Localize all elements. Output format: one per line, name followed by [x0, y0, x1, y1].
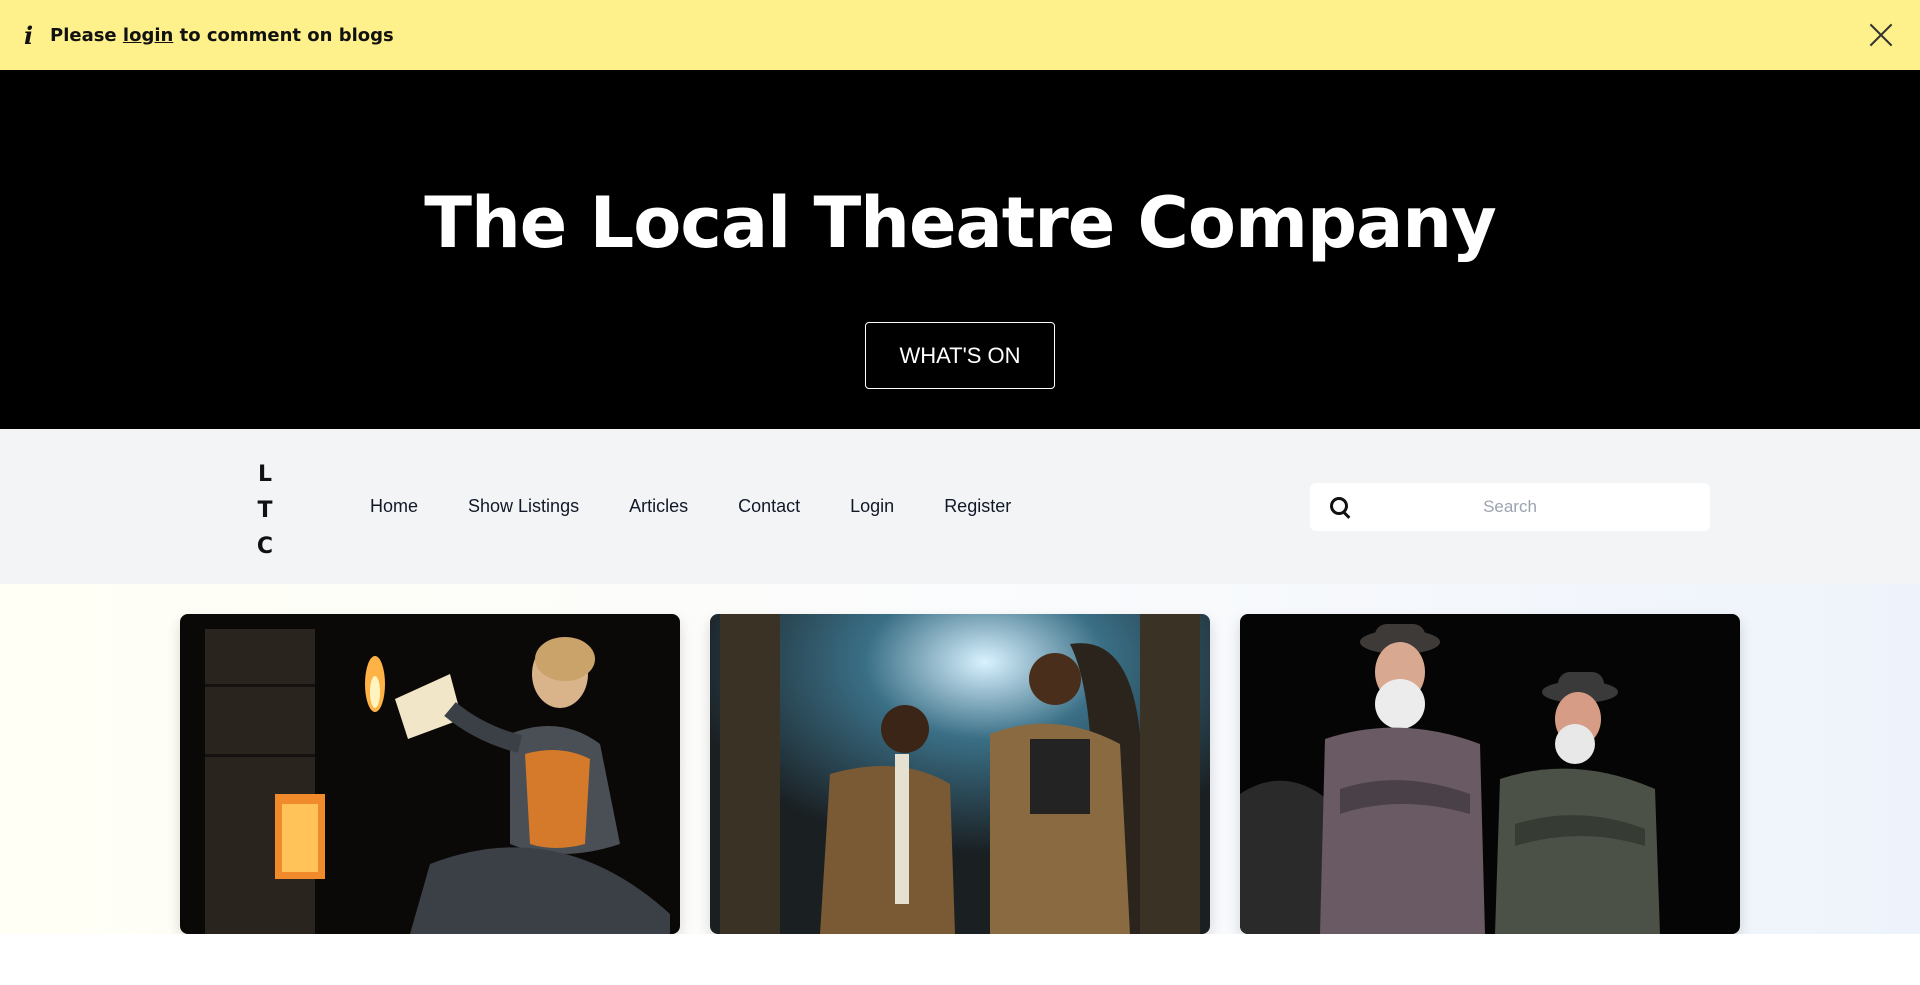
theatre-photo-woman-burning-letter — [180, 614, 680, 934]
notice-message: Please login to comment on blogs — [50, 25, 394, 46]
gallery-image-two-men-talking[interactable] — [710, 614, 1210, 934]
logo-letter: T — [257, 498, 273, 523]
site-title: The Local Theatre Company — [424, 182, 1497, 264]
login-notice-bar: i Please login to comment on blogs — [0, 0, 1920, 70]
site-logo[interactable]: L T C — [255, 457, 275, 565]
search-input[interactable] — [1370, 484, 1710, 530]
nav-menu: Home Show Listings Articles Contact Logi… — [370, 429, 1011, 584]
nav-item-contact[interactable]: Contact — [738, 496, 800, 517]
nav-item-articles[interactable]: Articles — [629, 496, 688, 517]
production-gallery — [0, 584, 1920, 985]
logo-letter: L — [257, 462, 273, 487]
gallery-image-woman-burning-letter[interactable] — [180, 614, 680, 934]
nav-item-home[interactable]: Home — [370, 496, 418, 517]
main-navigation: L T C Home Show Listings Articles Contac… — [0, 429, 1920, 584]
whats-on-button[interactable]: WHAT'S ON — [865, 322, 1055, 389]
theatre-photo-two-old-men-in-bowler-hats — [1240, 614, 1740, 934]
nav-item-register[interactable]: Register — [944, 496, 1011, 517]
nav-item-login[interactable]: Login — [850, 496, 894, 517]
notice-login-link[interactable]: login — [123, 25, 173, 46]
search-icon[interactable] — [1310, 483, 1370, 531]
notice-prefix: Please — [50, 24, 117, 46]
search-box — [1310, 483, 1710, 531]
logo-letter: C — [256, 534, 274, 559]
gallery-bottom-strip — [0, 934, 1920, 985]
hero-banner: The Local Theatre Company WHAT'S ON — [0, 70, 1920, 429]
theatre-photo-two-men-talking — [710, 614, 1210, 934]
gallery-image-two-old-men-in-bowler-hats[interactable] — [1240, 614, 1740, 934]
notice-suffix: to comment on blogs — [179, 24, 394, 46]
close-icon[interactable] — [1868, 22, 1894, 48]
info-icon: i — [24, 20, 34, 50]
nav-item-show-listings[interactable]: Show Listings — [468, 496, 579, 517]
